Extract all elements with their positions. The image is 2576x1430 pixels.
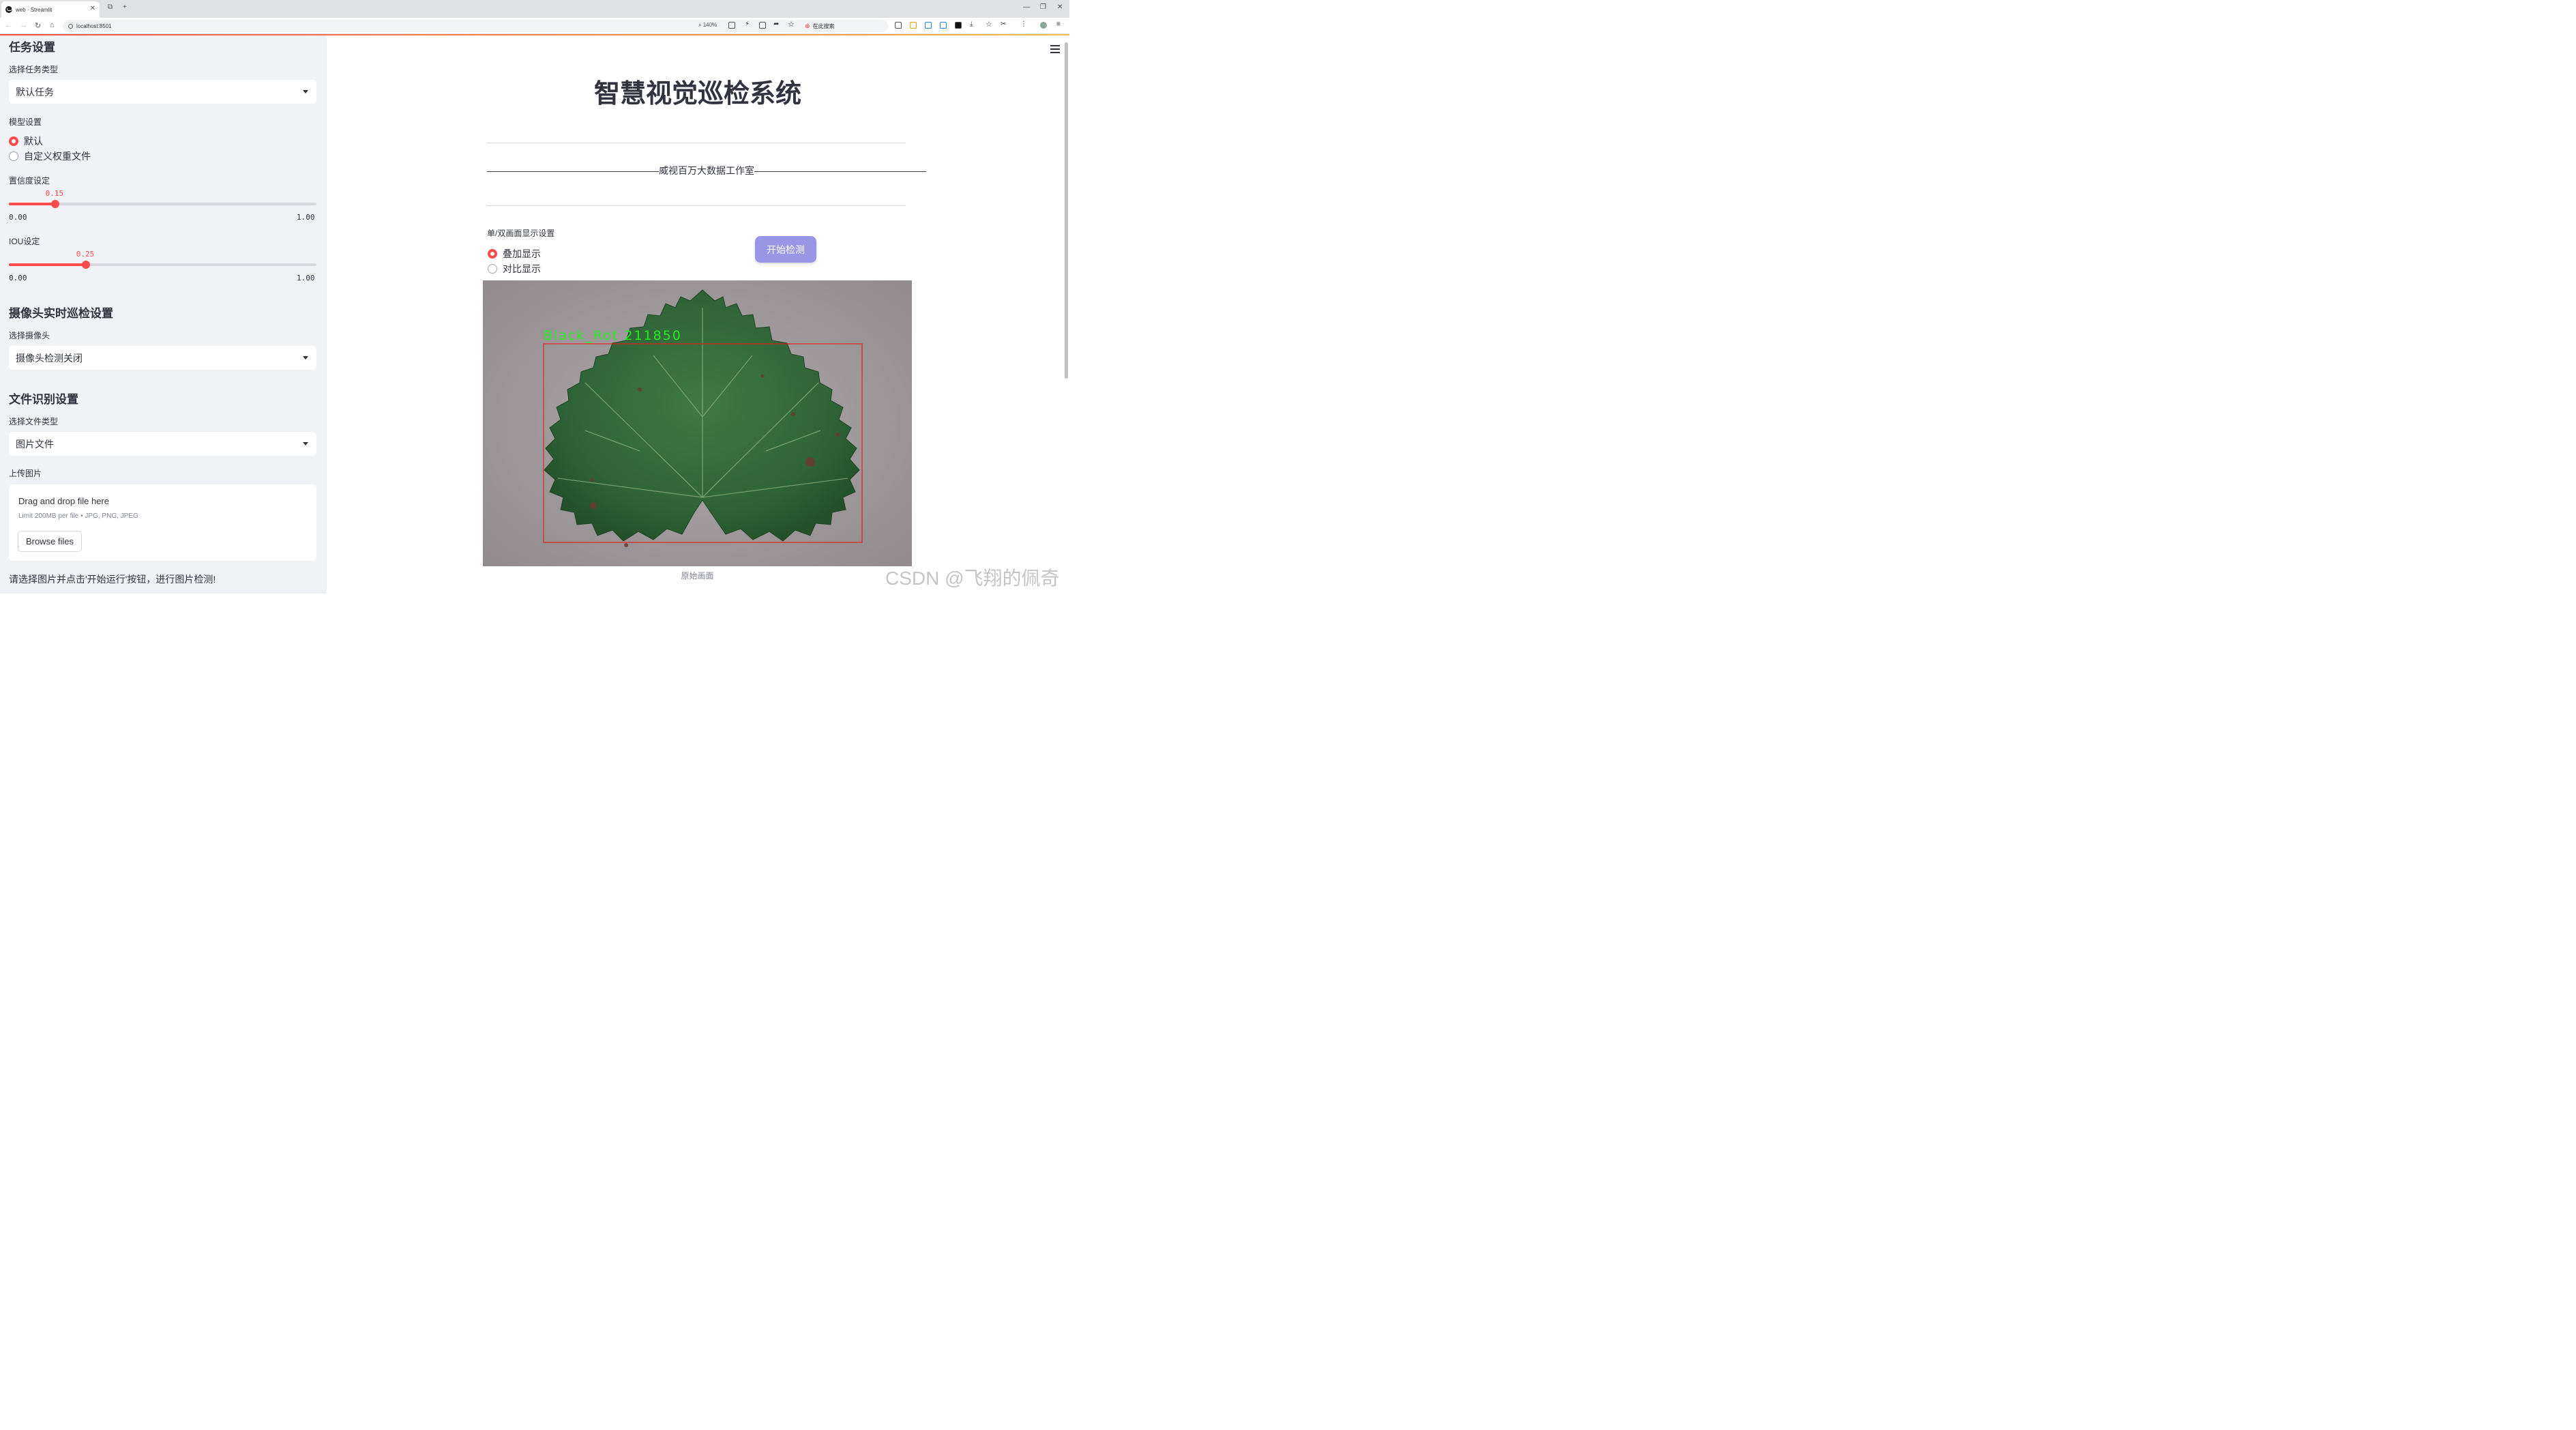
restore-icon[interactable]: ❐ (1040, 3, 1046, 11)
confidence-label: 置信度设定 (9, 176, 50, 186)
main-menu-icon[interactable] (1050, 45, 1060, 55)
display-mode-label: 单/双画面显示设置 (487, 229, 555, 238)
start-detection-button[interactable]: 开始检测 (755, 236, 816, 263)
file-type-select[interactable]: 图片文件 (9, 432, 316, 456)
task-type-label: 选择任务类型 (9, 65, 59, 74)
detection-image: Black_Rot 211850 (483, 280, 912, 566)
iou-min: 0.00 (9, 274, 27, 282)
detection-label: Black_Rot 211850 (544, 328, 682, 343)
display-option-label: 对比显示 (503, 263, 541, 274)
download-icon[interactable]: ⤓ (970, 20, 977, 28)
iou-value: 0.25 (76, 250, 95, 259)
reading-mode-icon[interactable] (895, 22, 902, 29)
streamlit-favicon-icon (5, 6, 12, 13)
camera-label: 选择摄像头 (9, 331, 50, 340)
iou-label: IOU设定 (9, 237, 40, 246)
radio-unselected-icon (488, 264, 497, 274)
file-type-value: 图片文件 (16, 438, 54, 450)
upload-hint: 请选择图片并点击'开始运行'按钮，进行图片检测! (9, 574, 216, 585)
model-option-label: 默认 (24, 136, 43, 147)
iou-slider[interactable] (9, 261, 316, 269)
confidence-value: 0.15 (45, 189, 64, 198)
confidence-max: 1.00 (297, 213, 315, 222)
model-label: 模型设置 (9, 117, 42, 127)
confidence-slider[interactable] (9, 200, 316, 208)
cut-icon[interactable]: ✂ (1001, 20, 1007, 28)
forward-icon[interactable]: → (20, 21, 27, 29)
extension-b-icon[interactable] (925, 22, 932, 29)
extension-c-icon[interactable] (940, 22, 947, 29)
search-label: 在此搜索 (812, 23, 835, 29)
browser-tab-bar: web · Streamlit ✕ ⧉ + — ❐ ✕ (0, 0, 1069, 18)
tab-title: web · Streamlit (16, 6, 53, 13)
reload-icon[interactable]: ↻ (35, 21, 41, 30)
model-option-custom[interactable]: 自定义权重文件 (9, 149, 91, 163)
address-bar: ← → ↻ ⌂ localhost:8501 ⌕ 140% ⚡ ➦ ☆ ⊛ 在此… (0, 18, 1069, 34)
confidence-slider-thumb[interactable] (50, 200, 59, 208)
dropzone-limit: Limit 200MB per file • JPG, PNG, JPEG (18, 512, 138, 520)
new-tab-icon[interactable]: + (123, 3, 127, 11)
profile-avatar-icon[interactable] (1040, 22, 1047, 29)
file-type-label: 选择文件类型 (9, 417, 59, 426)
home-icon[interactable]: ⌂ (50, 21, 55, 29)
dropzone-title: Drag and drop file here (18, 496, 109, 506)
bookmark-star-icon[interactable]: ☆ (788, 20, 795, 29)
bolt-icon[interactable]: ⚡ (745, 20, 752, 28)
extension-d-icon[interactable] (955, 22, 962, 29)
confidence-slider-fill (9, 203, 55, 205)
display-option-overlay[interactable]: 叠加显示 (488, 247, 541, 261)
studio-banner: ——————————————————威视百万大数据工作室————————————… (487, 165, 926, 176)
url-text: localhost:8501 (76, 23, 112, 29)
iou-slider-thumb[interactable] (81, 261, 90, 269)
scrollbar[interactable] (1065, 42, 1068, 379)
chevron-down-icon (303, 90, 308, 93)
camera-select[interactable]: 摄像头检测关闭 (9, 346, 316, 370)
translate-icon[interactable] (728, 22, 735, 29)
iou-max: 1.00 (297, 274, 315, 282)
screenshot-icon[interactable] (759, 22, 766, 29)
back-icon[interactable]: ← (5, 21, 12, 29)
browse-files-button[interactable]: Browse files (18, 531, 82, 552)
task-section-title: 任务设置 (9, 41, 55, 54)
browser-search-box[interactable]: ⊛ 在此搜索 (805, 20, 887, 32)
image-caption: 原始画面 (681, 571, 714, 581)
task-type-value: 默认任务 (16, 86, 54, 98)
display-option-compare[interactable]: 对比显示 (488, 262, 541, 276)
extension-a-icon[interactable] (910, 22, 917, 29)
sidebar: 任务设置 选择任务类型 默认任务 模型设置 默认 自定义权重文件 置信度设定 0… (0, 35, 327, 594)
browser-menu-icon[interactable]: ≡ (1056, 20, 1063, 28)
divider-bottom (487, 205, 906, 206)
csdn-watermark: CSDN @飞翔的佩奇 (885, 568, 1060, 589)
browser-tab[interactable]: web · Streamlit ✕ (1, 1, 100, 18)
share-icon[interactable]: ➦ (773, 20, 780, 28)
zoom-level: 140% (702, 22, 717, 28)
tab-group-icon[interactable]: ⧉ (108, 3, 113, 11)
page-title: 智慧视觉巡检系统 (593, 80, 801, 108)
zoom-indicator[interactable]: ⌕ 140% (698, 22, 717, 29)
chevron-down-icon (303, 356, 308, 360)
camera-value: 摄像头检测关闭 (16, 352, 83, 364)
display-option-label: 叠加显示 (503, 248, 541, 259)
iou-slider-fill (9, 263, 86, 266)
camera-section-title: 摄像头实时巡检设置 (9, 307, 113, 320)
confidence-min: 0.00 (9, 213, 27, 222)
tab-close-icon[interactable]: ✕ (90, 5, 95, 12)
file-dropzone[interactable]: Drag and drop file here Limit 200MB per … (9, 484, 316, 561)
radio-unselected-icon (9, 151, 18, 161)
favorites-icon[interactable]: ☆ (986, 20, 992, 29)
search-engine-icon: ⊛ (805, 22, 810, 29)
window-close-icon[interactable]: ✕ (1057, 3, 1063, 11)
model-option-label: 自定义权重文件 (24, 151, 91, 162)
task-type-select[interactable]: 默认任务 (9, 80, 316, 104)
more-menu-icon[interactable]: ⋮ (1020, 20, 1027, 28)
radio-selected-icon (9, 136, 18, 146)
chevron-down-icon (303, 442, 308, 446)
site-info-icon[interactable] (68, 23, 73, 29)
file-section-title: 文件识别设置 (9, 393, 78, 406)
radio-selected-icon (488, 249, 497, 259)
upload-label: 上传图片 (9, 469, 42, 478)
model-option-default[interactable]: 默认 (9, 134, 43, 148)
minimize-icon[interactable]: — (1023, 3, 1030, 11)
